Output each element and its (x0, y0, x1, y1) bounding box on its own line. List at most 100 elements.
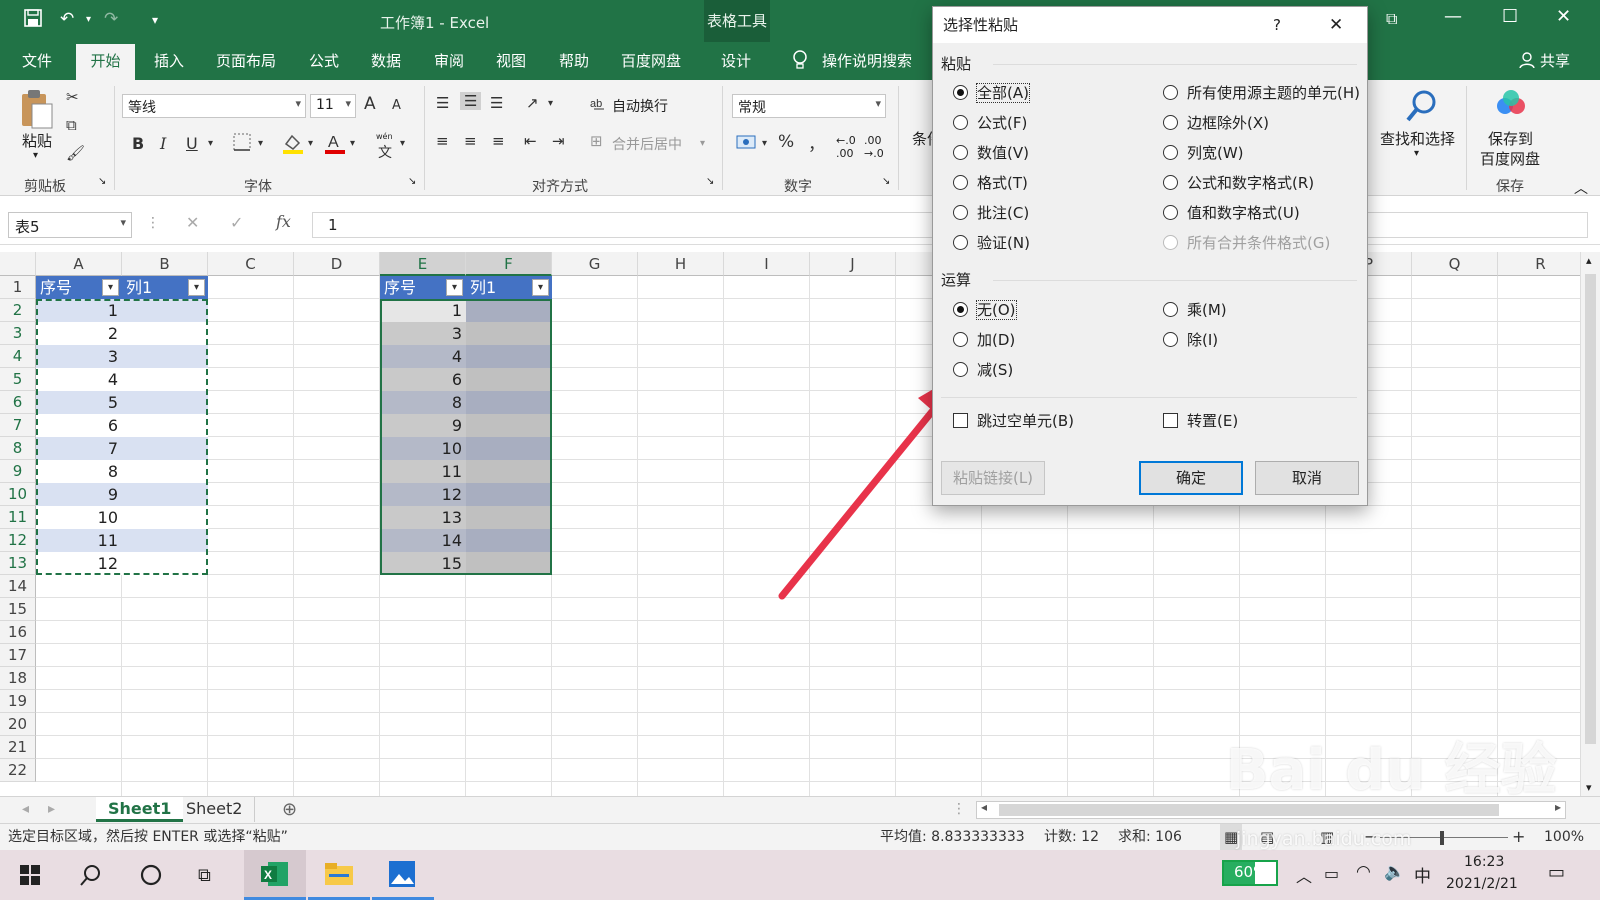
lightbulb-icon[interactable] (792, 50, 808, 74)
merge-dropdown-icon[interactable]: ▾ (700, 138, 705, 149)
tab-home[interactable]: 开始 (76, 44, 135, 80)
row-header-13[interactable]: 13 (0, 552, 36, 575)
tab-insert[interactable]: 插入 (154, 50, 184, 71)
row-header-4[interactable]: 4 (0, 345, 36, 368)
paste-left-radio-5[interactable]: 验证(N) (953, 232, 1030, 254)
align-bottom-icon[interactable]: ☰ (490, 94, 503, 112)
column-header-j[interactable]: J (810, 252, 896, 276)
paste-left-radio-2[interactable]: 数值(V) (953, 142, 1029, 164)
decrease-decimal-icon[interactable]: .00 →.0 (864, 134, 884, 160)
merge-center-button[interactable]: 合并后居中 (612, 134, 682, 154)
table1-header-cell[interactable]: 列1 ▾ (122, 276, 208, 299)
column-header-b[interactable]: B (122, 252, 208, 276)
font-launcher-icon[interactable]: ↘ (408, 176, 416, 187)
paste-right-radio-0[interactable]: 所有使用源主题的单元(H) (1163, 82, 1360, 104)
radio-button-circle[interactable] (953, 145, 968, 160)
tab-data[interactable]: 数据 (371, 50, 401, 71)
table1-header-cell[interactable]: 序号 ▾ (36, 276, 122, 299)
column-header-c[interactable]: C (208, 252, 294, 276)
operation-left-radio-1[interactable]: 加(D) (953, 329, 1015, 351)
row-header-7[interactable]: 7 (0, 414, 36, 437)
tab-review[interactable]: 审阅 (434, 50, 464, 71)
radio-button-circle[interactable] (1163, 145, 1178, 160)
column-header-d[interactable]: D (294, 252, 380, 276)
phonetic-dropdown-icon[interactable]: ▾ (400, 138, 405, 149)
number-format-combo[interactable]: 常规 (732, 94, 886, 118)
cortana-icon[interactable] (140, 864, 162, 890)
fill-color-icon[interactable] (282, 132, 304, 158)
paste-right-radio-3[interactable]: 公式和数字格式(R) (1163, 172, 1314, 194)
column-header-e[interactable]: E (380, 252, 466, 276)
baidu-cloud-icon[interactable] (1494, 88, 1528, 122)
increase-indent-icon[interactable]: ⇥ (552, 132, 565, 150)
column-header-h[interactable]: H (638, 252, 724, 276)
insert-function-icon[interactable]: fx (276, 212, 291, 231)
new-sheet-icon[interactable]: ⊕ (282, 799, 297, 820)
sheetbar-split-grip[interactable]: ⋮ (952, 801, 966, 817)
wifi-icon[interactable]: ◠ (1356, 862, 1371, 882)
column-header-q[interactable]: Q (1412, 252, 1498, 276)
row-header-17[interactable]: 17 (0, 644, 36, 667)
alignment-launcher-icon[interactable]: ↘ (706, 176, 714, 187)
number-launcher-icon[interactable]: ↘ (882, 176, 890, 187)
paste-left-radio-0[interactable]: 全部(A) (953, 82, 1030, 104)
paste-label[interactable]: 粘贴 (22, 130, 52, 151)
grow-font-icon[interactable]: A (364, 94, 376, 114)
row-header-22[interactable]: 22 (0, 759, 36, 782)
zoom-slider-thumb[interactable] (1440, 831, 1444, 845)
customize-toolbar-icon[interactable]: ▾ (152, 13, 158, 27)
paste-dropdown-icon[interactable]: ▾ (33, 150, 38, 161)
close-button[interactable]: ✕ (1556, 6, 1571, 27)
confirm-entry-icon[interactable]: ✓ (230, 213, 243, 232)
transpose-checkbox[interactable]: 转置(E) (1163, 410, 1238, 432)
scroll-left-icon[interactable]: ◂ (981, 800, 987, 814)
filter-dropdown-icon[interactable]: ▾ (532, 279, 549, 296)
vertical-scrollbar[interactable]: ▴ ▾ (1580, 252, 1600, 796)
dialog-close-icon[interactable]: ✕ (1329, 7, 1343, 43)
column-header-r[interactable]: R (1498, 252, 1584, 276)
input-method-indicator[interactable]: 中 (1414, 862, 1431, 887)
increase-decimal-icon[interactable]: ←.0.00 (836, 134, 856, 160)
operation-right-radio-0[interactable]: 乘(M) (1163, 299, 1227, 321)
ribbon-display-icon[interactable]: ⧉ (1386, 9, 1397, 29)
currency-dropdown-icon[interactable]: ▾ (762, 138, 767, 149)
row-header-16[interactable]: 16 (0, 621, 36, 644)
align-top-icon[interactable]: ☰ (436, 94, 449, 112)
cancel-button[interactable]: 取消 (1255, 461, 1359, 495)
align-center-icon[interactable]: ≡ (464, 132, 477, 150)
row-header-10[interactable]: 10 (0, 483, 36, 506)
column-header-a[interactable]: A (36, 252, 122, 276)
paste-link-button[interactable]: 粘贴链接(L) (941, 461, 1045, 495)
row-header-2[interactable]: 2 (0, 299, 36, 322)
radio-button-circle[interactable] (953, 235, 968, 250)
tab-view[interactable]: 视图 (496, 50, 526, 71)
baidu-disk-label[interactable]: 百度网盘 (1480, 148, 1540, 169)
taskbar-file-explorer[interactable] (308, 850, 370, 900)
clock-date[interactable]: 2021/2/21 (1446, 876, 1518, 892)
decrease-indent-icon[interactable]: ⇤ (524, 132, 537, 150)
taskbar-photos[interactable] (372, 850, 434, 900)
radio-button-circle[interactable] (1163, 205, 1178, 220)
row-header-12[interactable]: 12 (0, 529, 36, 552)
radio-button-circle[interactable] (953, 85, 968, 100)
cut-icon[interactable]: ✂ (66, 88, 79, 106)
zoom-in-button[interactable]: + (1512, 824, 1525, 850)
collapse-ribbon-icon[interactable]: ︿ (1574, 178, 1588, 198)
column-header-f[interactable]: F (466, 252, 552, 276)
show-hidden-icons[interactable]: ︿ (1296, 863, 1312, 887)
column-header-i[interactable]: I (724, 252, 810, 276)
currency-icon[interactable] (736, 132, 758, 156)
tab-formulas[interactable]: 公式 (309, 50, 339, 71)
checkbox-box[interactable] (953, 413, 968, 428)
row-header-5[interactable]: 5 (0, 368, 36, 391)
copy-icon[interactable]: ⧉ (66, 116, 77, 134)
paste-left-radio-1[interactable]: 公式(F) (953, 112, 1027, 134)
paste-left-radio-4[interactable]: 批注(C) (953, 202, 1029, 224)
row-header-18[interactable]: 18 (0, 667, 36, 690)
radio-button-circle[interactable] (1163, 302, 1178, 317)
row-header-9[interactable]: 9 (0, 460, 36, 483)
borders-icon[interactable] (232, 132, 252, 156)
wrap-text-icon[interactable]: ab (590, 94, 608, 116)
operation-right-radio-1[interactable]: 除(I) (1163, 329, 1218, 351)
ok-button[interactable]: 确定 (1139, 461, 1243, 495)
